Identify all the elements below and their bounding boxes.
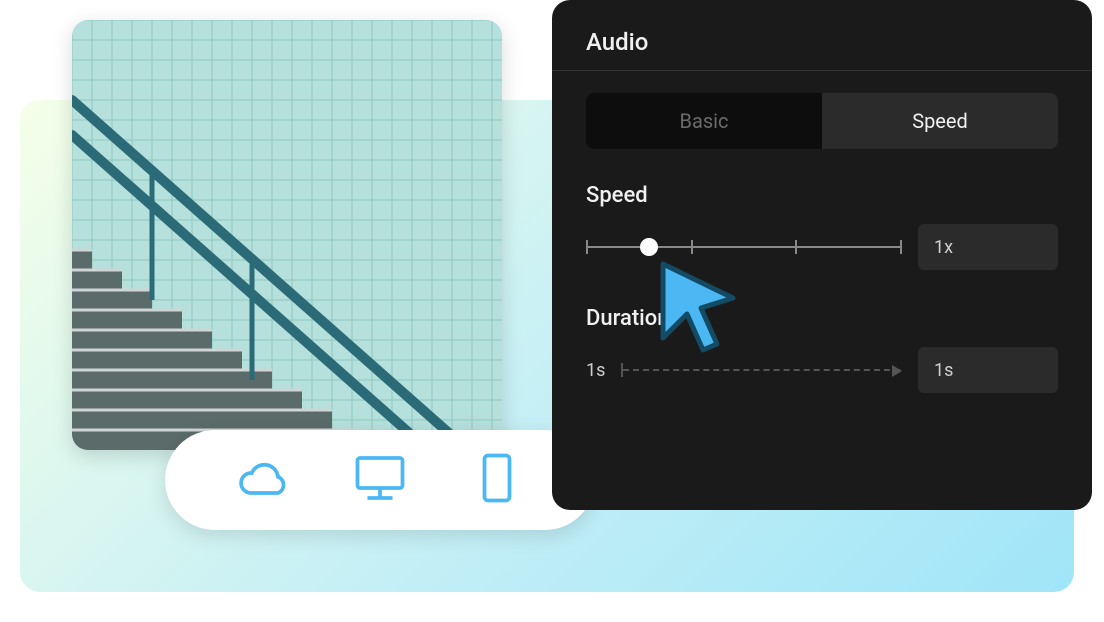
speed-slider[interactable] [586, 246, 900, 248]
audio-panel: Audio Basic Speed Speed 1x Duration 1s 1… [552, 0, 1092, 510]
monitor-icon[interactable] [350, 448, 410, 512]
speed-control: 1x [586, 224, 1058, 270]
duration-label: Duration [586, 306, 1058, 331]
tab-speed[interactable]: Speed [822, 93, 1058, 149]
preview-image [72, 20, 502, 450]
panel-title: Audio [586, 28, 1058, 56]
duration-start: 1s [586, 360, 605, 381]
speed-value-input[interactable]: 1x [918, 224, 1058, 270]
device-toolbar [165, 430, 595, 530]
duration-control: 1s 1s [586, 347, 1058, 393]
audio-tabs: Basic Speed [586, 93, 1058, 149]
phone-icon[interactable] [467, 448, 527, 512]
speed-slider-thumb[interactable] [640, 238, 658, 256]
tab-basic[interactable]: Basic [586, 93, 822, 149]
duration-arrow [623, 369, 900, 371]
divider [552, 70, 1092, 71]
duration-end: 1s [934, 360, 953, 381]
speed-label: Speed [586, 183, 1058, 208]
speed-value: 1x [934, 237, 953, 258]
duration-value-input[interactable]: 1s [918, 347, 1058, 393]
cloud-icon[interactable] [233, 448, 293, 512]
